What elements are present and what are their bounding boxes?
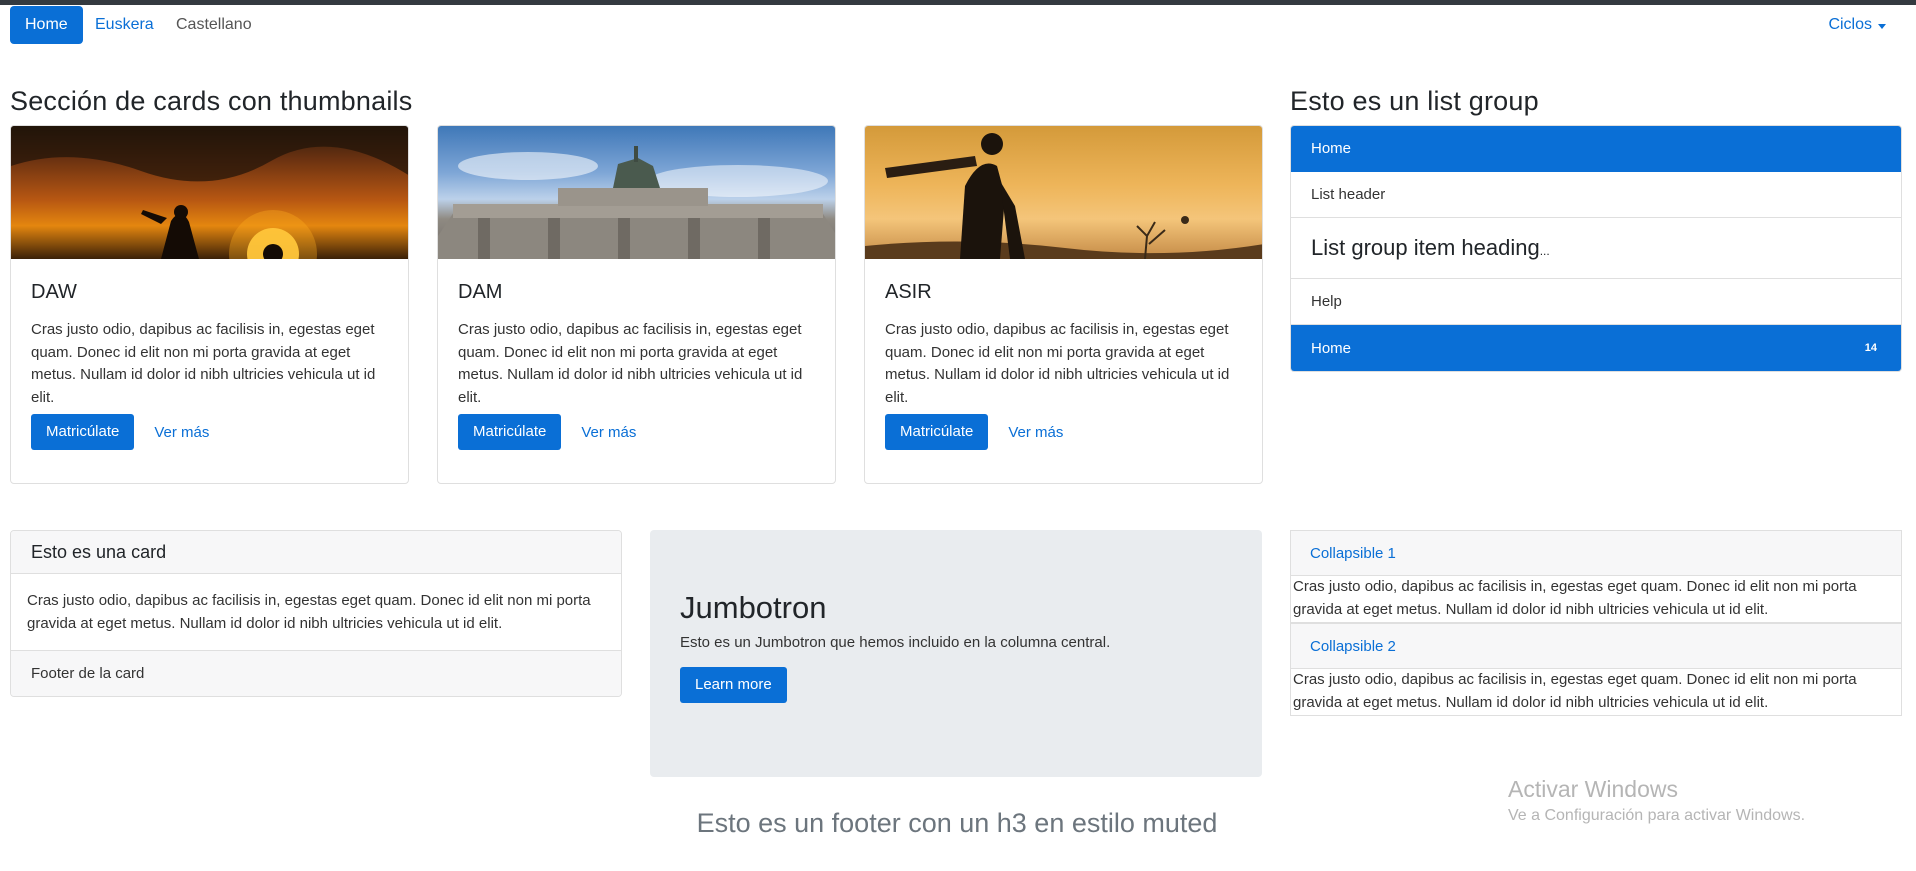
list-item-label: Home bbox=[1311, 140, 1352, 157]
jumbotron: Jumbotron Esto es un Jumbotron que hemos… bbox=[650, 530, 1262, 777]
list-item-header[interactable]: List header bbox=[1291, 172, 1901, 218]
caret-down-icon bbox=[1878, 23, 1886, 29]
list-section-title: Esto es un list group bbox=[1290, 86, 1539, 116]
see-more-link[interactable]: Ver más bbox=[1008, 424, 1063, 441]
card-title: ASIR bbox=[885, 281, 932, 303]
nav-home[interactable]: Home bbox=[10, 6, 83, 44]
list-item-label: Home bbox=[1311, 339, 1352, 357]
page-footer: Esto es un footer con un h3 en estilo mu… bbox=[0, 808, 1916, 839]
nav-ciclos-label: Ciclos bbox=[1828, 16, 1872, 33]
card-dam: DAM Cras justo odio, dapibus ac facilisi… bbox=[437, 125, 836, 484]
card-text: Cras justo odio, dapibus ac facilisis in… bbox=[31, 321, 376, 406]
list-item-heading-text: List group item heading... bbox=[1311, 235, 1550, 260]
list-group: Home List header List group item heading… bbox=[1290, 125, 1902, 372]
see-more-link[interactable]: Ver más bbox=[581, 424, 636, 441]
collapsible-1: Collapsible 1 Cras justo odio, dapibus a… bbox=[1290, 530, 1902, 623]
list-item-home-badge[interactable]: Home 14 bbox=[1291, 325, 1901, 371]
card-title: DAM bbox=[458, 281, 503, 303]
collapsible-toggle[interactable]: Collapsible 2 bbox=[1291, 624, 1901, 669]
info-card: Esto es una card Cras justo odio, dapibu… bbox=[10, 530, 622, 697]
card-header: Esto es una card bbox=[11, 531, 621, 574]
list-item-label: Help bbox=[1311, 293, 1342, 310]
learn-more-button[interactable]: Learn more bbox=[680, 667, 787, 703]
card-thumbnail bbox=[438, 126, 835, 259]
cards-section-title: Sección de cards con thumbnails bbox=[10, 86, 413, 116]
nav-ciclos-dropdown[interactable]: Ciclos bbox=[1814, 6, 1900, 44]
card-thumbnail bbox=[865, 126, 1262, 259]
list-item-home[interactable]: Home bbox=[1291, 126, 1901, 172]
nav-castellano[interactable]: Castellano bbox=[162, 6, 266, 44]
collapsible-toggle[interactable]: Collapsible 1 bbox=[1291, 531, 1901, 576]
jumbotron-text: Esto es un Jumbotron que hemos incluido … bbox=[680, 634, 1111, 651]
windows-activation-title: Activar Windows bbox=[1508, 776, 1678, 802]
enroll-button[interactable]: Matricúlate bbox=[458, 414, 562, 450]
see-more-link[interactable]: Ver más bbox=[154, 424, 209, 441]
enroll-button[interactable]: Matricúlate bbox=[31, 414, 135, 450]
nav-euskera[interactable]: Euskera bbox=[81, 6, 168, 44]
navbar: Home Euskera Castellano Ciclos bbox=[0, 5, 1916, 50]
count-badge: 14 bbox=[1864, 342, 1877, 354]
enroll-button[interactable]: Matricúlate bbox=[885, 414, 989, 450]
card-footer: Footer de la card bbox=[11, 650, 621, 696]
footer-text: Esto es un footer con un h3 en estilo mu… bbox=[696, 808, 1218, 838]
card-body: Cras justo odio, dapibus ac facilisis in… bbox=[27, 592, 591, 632]
card-daw: DAW Cras justo odio, dapibus ac facilisi… bbox=[10, 125, 409, 484]
card-text: Cras justo odio, dapibus ac facilisis in… bbox=[458, 321, 803, 406]
card-text: Cras justo odio, dapibus ac facilisis in… bbox=[885, 321, 1230, 406]
jumbotron-title: Jumbotron bbox=[680, 590, 827, 625]
list-item-label: List header bbox=[1311, 186, 1386, 203]
card-thumbnail bbox=[11, 126, 408, 259]
collapsible-body: Cras justo odio, dapibus ac facilisis in… bbox=[1293, 671, 1857, 711]
card-asir: ASIR Cras justo odio, dapibus ac facilis… bbox=[864, 125, 1263, 484]
collapsible-body: Cras justo odio, dapibus ac facilisis in… bbox=[1293, 578, 1857, 618]
collapsible-2: Collapsible 2 Cras justo odio, dapibus a… bbox=[1290, 623, 1902, 716]
card-title: DAW bbox=[31, 281, 77, 303]
list-item-heading[interactable]: List group item heading... bbox=[1291, 218, 1901, 279]
list-item-help[interactable]: Help bbox=[1291, 279, 1901, 325]
